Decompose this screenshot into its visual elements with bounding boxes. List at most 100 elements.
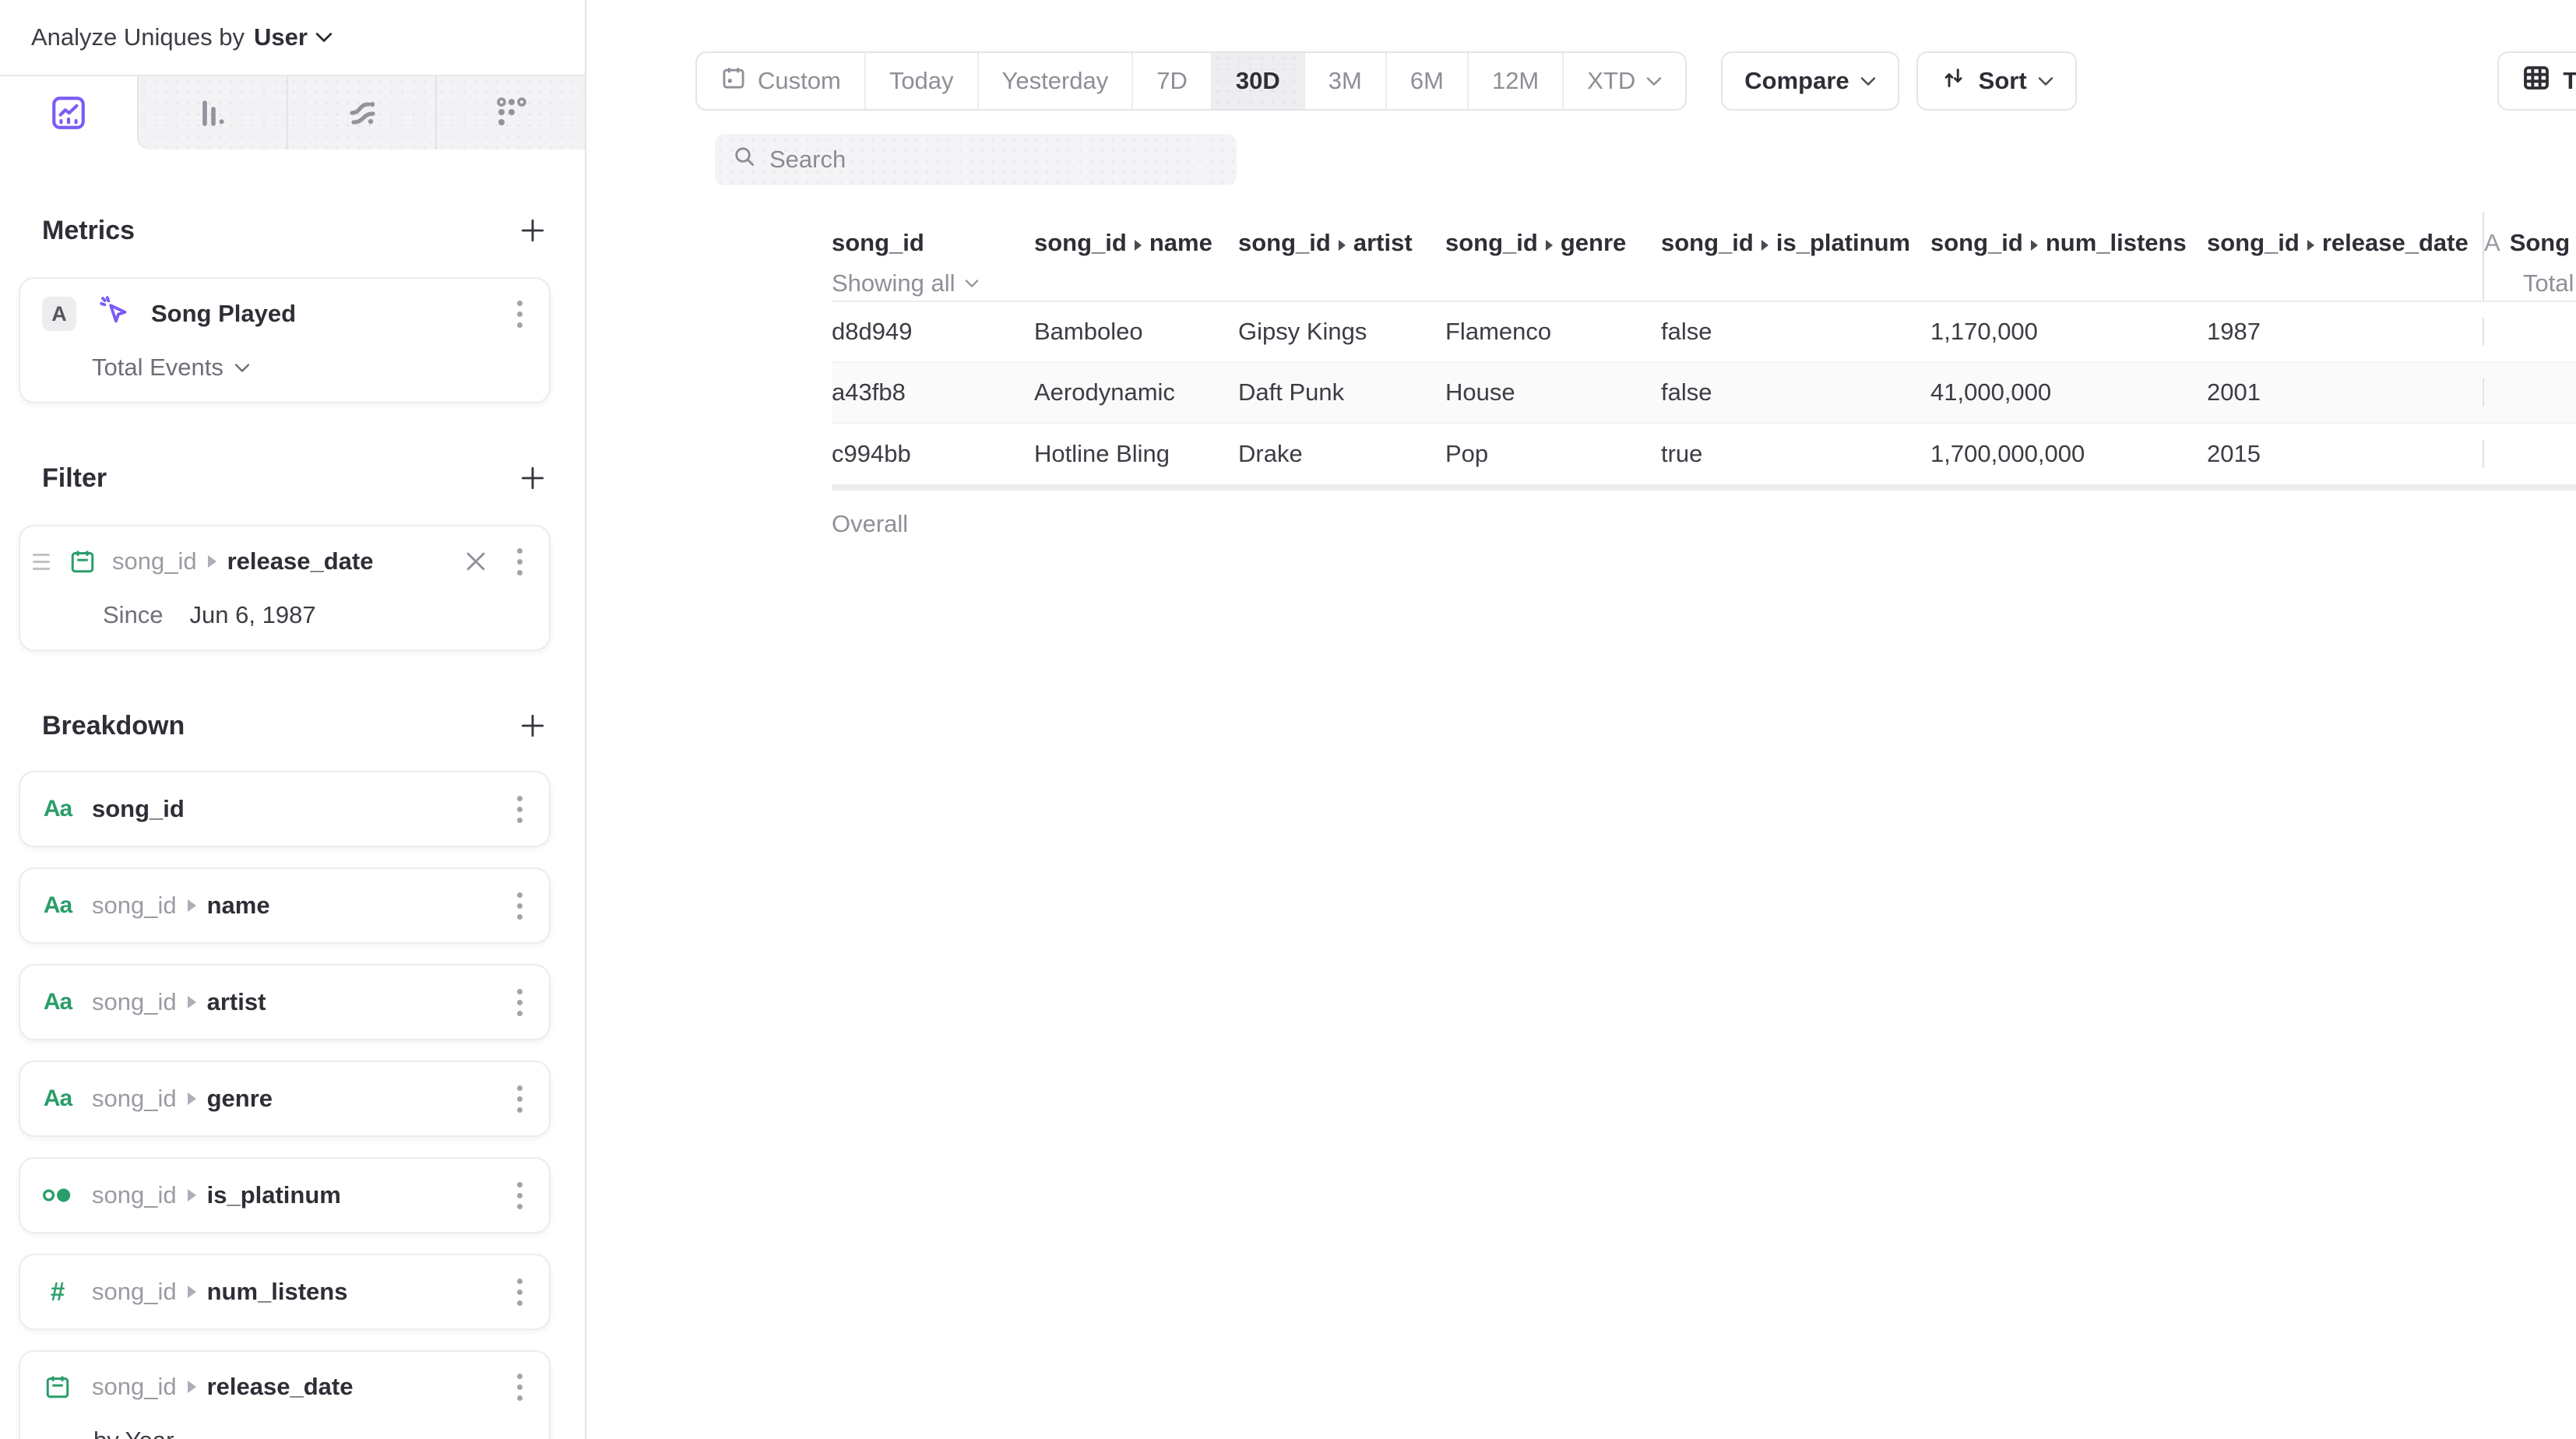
results-toolbar: Custom Today Yesterday 7D 30D 3M 6M 12M … [695, 51, 2576, 111]
bar-chart-icon [194, 94, 231, 132]
column-header-release-date[interactable]: song_idrelease_date [2207, 212, 2483, 301]
metric-series-badge: A [42, 297, 76, 331]
column-header-name[interactable]: song_idname [1034, 212, 1238, 301]
table-row[interactable]: c994bbHotline BlingDrakePoptrue1,700,000… [832, 424, 2576, 484]
column-header-is-platinum[interactable]: song_idis_platinum [1661, 212, 1930, 301]
entity-value: User [254, 23, 308, 51]
range-custom[interactable]: Custom [697, 53, 864, 109]
app-root: Analyze Uniques by User [0, 0, 2576, 1439]
table-search [715, 134, 1237, 185]
boolean-property-icon [42, 1186, 73, 1205]
filter-title: Filter [42, 463, 107, 494]
chevron-down-icon [1646, 76, 1662, 86]
event-click-icon [97, 293, 132, 335]
chevron-down-icon [965, 279, 979, 288]
table-row[interactable]: a43fb8AerodynamicDaft PunkHousefalse41,0… [832, 363, 2576, 424]
arrow-right-icon [188, 1092, 196, 1105]
breakdown-options-kebab-icon[interactable] [512, 888, 527, 924]
range-12m[interactable]: 12M [1467, 53, 1562, 109]
query-builder-sidebar: Analyze Uniques by User [0, 0, 586, 1439]
sort-arrows-icon [1940, 64, 1968, 98]
arrow-right-icon [188, 1189, 196, 1202]
column-header-song-id[interactable]: song_id Showing all [832, 212, 1034, 301]
chevron-down-icon [315, 32, 333, 43]
breakdown-property-name: song_id [92, 795, 185, 823]
table-header-row: song_id Showing all song_idname song_ida… [832, 212, 2576, 302]
breakdown-card-num-listens[interactable]: # song_id num_listens [19, 1254, 551, 1330]
add-metric-button[interactable] [515, 213, 551, 248]
breakdown-property-prefix: song_id [92, 1373, 177, 1401]
column-header-num-listens[interactable]: song_idnum_listens [1930, 212, 2207, 301]
breakdown-card-genre[interactable]: Aa song_id genre [19, 1061, 551, 1137]
add-filter-button[interactable] [515, 460, 551, 496]
drag-handle-icon[interactable] [33, 554, 50, 570]
breakdown-card-artist[interactable]: Aa song_id artist [19, 964, 551, 1040]
tab-funnel-dots[interactable] [435, 76, 585, 150]
range-xtd[interactable]: XTD [1562, 53, 1685, 109]
metric-event-name: Song Played [151, 300, 296, 328]
sort-button[interactable]: Sort [1916, 51, 2077, 111]
range-3m[interactable]: 3M [1304, 53, 1385, 109]
arrow-right-icon [2307, 240, 2314, 251]
compare-button[interactable]: Compare [1721, 51, 1899, 111]
range-today[interactable]: Today [864, 53, 977, 109]
filter-section-header: Filter [42, 463, 551, 494]
aggregation-selector[interactable]: Total Events [92, 354, 527, 382]
filter-operator: Since [103, 601, 164, 629]
filter-card[interactable]: song_id release_date Since Jun 6, 1987 [19, 525, 551, 651]
breakdown-options-kebab-icon[interactable] [512, 1274, 527, 1311]
calendar-icon [720, 65, 747, 97]
number-property-icon: # [42, 1277, 73, 1307]
table-body: d8d949BamboleoGipsy KingsFlamencofalse1,… [832, 302, 2576, 484]
range-30d[interactable]: 30D [1211, 53, 1304, 109]
breakdown-options-kebab-icon[interactable] [512, 1081, 527, 1117]
entity-selector[interactable]: User [254, 23, 333, 51]
table-row[interactable]: d8d949BamboleoGipsy KingsFlamencofalse1,… [832, 302, 2576, 363]
showing-all-selector[interactable]: Showing all [832, 269, 1034, 297]
breakdown-options-kebab-icon[interactable] [512, 984, 527, 1021]
overall-row: Overall 3 [832, 491, 2576, 558]
tab-flows[interactable] [287, 76, 436, 150]
breakdown-options-kebab-icon[interactable] [512, 1177, 527, 1214]
date-property-icon [67, 547, 98, 575]
column-header-metric[interactable]: ASong Played Total Events [2483, 212, 2576, 301]
arrow-right-icon [1339, 240, 1346, 251]
breakdown-section-header: Breakdown [42, 710, 551, 741]
breakdown-card-name[interactable]: Aa song_id name [19, 867, 551, 944]
breakdown-options-kebab-icon[interactable] [512, 791, 527, 828]
date-bucket-selector[interactable]: by Year [93, 1427, 527, 1439]
breakdown-title: Breakdown [42, 711, 185, 741]
arrow-right-icon [188, 899, 196, 912]
add-breakdown-button[interactable] [515, 708, 551, 744]
search-input[interactable] [769, 146, 1219, 174]
range-6m[interactable]: 6M [1385, 53, 1467, 109]
column-header-genre[interactable]: song_idgenre [1445, 212, 1661, 301]
breakdown-options-kebab-icon[interactable] [512, 1369, 527, 1406]
range-7d[interactable]: 7D [1131, 53, 1211, 109]
chevron-down-icon [1860, 76, 1876, 86]
filter-options-kebab-icon[interactable] [512, 544, 527, 580]
breakdown-card-is-platinum[interactable]: song_id is_platinum [19, 1157, 551, 1233]
metric-card[interactable]: A Song Played Total Events [19, 277, 551, 403]
metric-options-kebab-icon[interactable] [512, 296, 527, 332]
aggregation-value: Total Events [92, 354, 223, 382]
range-yesterday[interactable]: Yesterday [977, 53, 1132, 109]
arrow-right-icon [188, 1286, 196, 1298]
results-panel: Custom Today Yesterday 7D 30D 3M 6M 12M … [586, 0, 2576, 1439]
tab-insights[interactable] [0, 76, 137, 150]
table-grid-icon [2521, 62, 2552, 100]
column-header-artist[interactable]: song_idartist [1238, 212, 1445, 301]
filter-condition[interactable]: Since Jun 6, 1987 [103, 601, 527, 629]
tab-bar-chart[interactable] [137, 76, 287, 150]
overall-label: Overall [832, 510, 1034, 538]
breakdown-card-song-id[interactable]: Aa song_id [19, 771, 551, 847]
breakdown-card-release-date[interactable]: song_id release_date by Year [19, 1350, 551, 1439]
remove-filter-icon[interactable] [459, 545, 492, 578]
filter-value: Jun 6, 1987 [190, 601, 316, 629]
breakdown-property-prefix: song_id [92, 988, 177, 1016]
arrow-right-icon [1135, 240, 1142, 251]
analyze-label: Analyze Uniques by [31, 23, 245, 51]
metric-series-letter: A [2484, 229, 2500, 256]
breakdown-property-name: release_date [207, 1373, 354, 1401]
view-type-button[interactable]: Table [2497, 51, 2576, 111]
